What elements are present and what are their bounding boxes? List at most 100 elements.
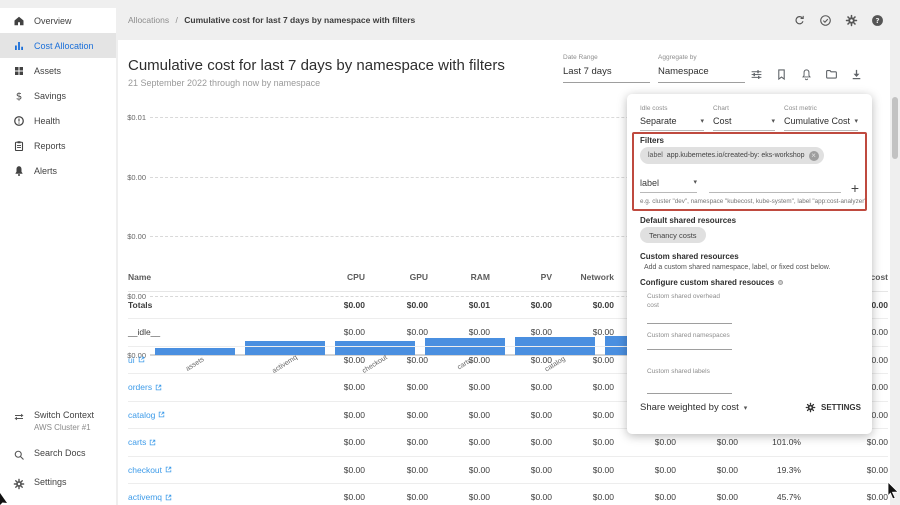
breadcrumb-allocations[interactable]: Allocations — [128, 15, 169, 25]
dollar-icon: $ — [13, 90, 25, 102]
filter-type-dropdown[interactable]: label ▾ — [640, 178, 697, 193]
sidebar-item-cost-allocation[interactable]: Cost Allocation — [0, 33, 116, 58]
sidebar-item-overview[interactable]: Overview — [0, 8, 116, 33]
top-bar: Allocations / Cumulative cost for last 7… — [116, 0, 900, 40]
breadcrumb-separator: / — [175, 15, 177, 25]
cell-value: $0.00 — [490, 374, 552, 402]
add-filter-row: label ▾ + — [640, 178, 859, 193]
column-header-pv[interactable]: PV — [490, 263, 552, 291]
scrollbar-thumb[interactable] — [892, 97, 898, 159]
download-icon[interactable] — [850, 68, 863, 81]
cell-value: $0.00 — [365, 429, 428, 457]
idle-costs-dropdown[interactable]: Idle costsSeparate▾ — [640, 105, 704, 131]
settings-button[interactable]: SETTINGS — [805, 402, 861, 413]
cell-value: $0.00 — [552, 429, 614, 457]
cell-value: $0.00 — [428, 456, 490, 484]
cell-value: $0.00 — [308, 291, 365, 319]
tune-icon[interactable] — [750, 68, 763, 81]
date-range-underline — [563, 82, 650, 83]
select-label: Chart — [713, 105, 775, 112]
filter-value-input[interactable] — [709, 192, 841, 193]
namespace-link-catalog[interactable]: catalog — [128, 410, 165, 420]
sidebar-item-alerts[interactable]: Alerts — [0, 158, 116, 183]
check-circle-icon[interactable] — [819, 14, 832, 27]
sidebar-item-savings[interactable]: $Savings — [0, 83, 116, 108]
column-header-gpu[interactable]: GPU — [365, 263, 428, 291]
clipboard-icon — [13, 140, 25, 152]
cell-value: $0.00 — [365, 484, 428, 505]
cell-value: $0.00 — [676, 456, 738, 484]
namespace-link-orders[interactable]: orders — [128, 382, 162, 392]
namespace-link-activemq[interactable]: activemq — [128, 492, 172, 502]
sidebar-footer: Switch ContextAWS Cluster #1 Search Docs S… — [0, 402, 116, 498]
column-header-name[interactable]: Name — [128, 263, 308, 291]
tenancy-costs-label: Tenancy costs — [649, 231, 697, 240]
alert-circle-icon — [13, 115, 25, 127]
cell-value: $0.00 — [365, 346, 428, 374]
chart-dropdown[interactable]: ChartCost▾ — [713, 105, 775, 131]
tenancy-costs-chip[interactable]: Tenancy costs — [640, 227, 706, 243]
sidebar: OverviewCost AllocationAssets$Savings Hea… — [0, 8, 116, 505]
folder-icon[interactable] — [825, 68, 838, 81]
custom-shared-overhead-cost-input[interactable]: Custom shared overhead cost — [647, 293, 732, 324]
column-header-cpu[interactable]: CPU — [308, 263, 365, 291]
column-header-network[interactable]: Network — [552, 263, 614, 291]
custom-shared-title: Custom shared resources — [640, 252, 739, 261]
cell-value: $0.00 — [490, 291, 552, 319]
help-icon[interactable]: ? — [871, 14, 884, 27]
custom-shared-description: Add a custom shared namespace, label, or… — [644, 264, 830, 271]
remove-filter-icon[interactable]: × — [809, 151, 819, 161]
custom-shared-labels-input[interactable]: Custom shared labels — [647, 368, 732, 394]
cell-value: $0.00 — [428, 319, 490, 347]
table-row-checkout: checkout$0.00$0.00$0.00$0.00$0.00$0.00$0… — [128, 456, 888, 484]
aggregate-by-underline — [658, 82, 745, 83]
cell-value: $0.00 — [308, 456, 365, 484]
add-filter-button[interactable]: + — [851, 183, 859, 193]
chevron-down-icon: ▾ — [744, 404, 748, 412]
sidebar-item-health[interactable]: Health — [0, 108, 116, 133]
cell-value: $0.00 — [552, 319, 614, 347]
switch-icon — [13, 411, 25, 423]
select-value: Separate — [640, 116, 677, 126]
cell-value: $0.00 — [490, 346, 552, 374]
bar-chart-icon — [13, 40, 25, 52]
namespace-link-ui[interactable]: ui — [128, 355, 145, 365]
gear-icon[interactable] — [845, 14, 858, 27]
cell-value: $0.00 — [365, 456, 428, 484]
sidebar-item-assets[interactable]: Assets — [0, 58, 116, 83]
cell-value: $0.00 — [365, 319, 428, 347]
aggregate-by-select[interactable]: Aggregate by Namespace — [658, 54, 745, 83]
cell-value: 45.7% — [738, 484, 801, 505]
row-name: __idle__ — [128, 319, 308, 347]
cell-value: $0.00 — [428, 429, 490, 457]
mouse-cursor — [887, 481, 900, 499]
date-range-select[interactable]: Date Range Last 7 days — [563, 54, 650, 83]
sidebar-footer-settings[interactable]: Settings — [0, 469, 116, 498]
footer-item-label: Search Docs — [34, 448, 86, 458]
cell-value: $0.00 — [490, 484, 552, 505]
refresh-icon[interactable] — [793, 14, 806, 27]
sidebar-footer-search-docs[interactable]: Search Docs — [0, 440, 116, 469]
sidebar-item-label: Alerts — [34, 166, 57, 176]
input-label: Custom shared overhead cost — [647, 293, 732, 311]
page-subtitle: 21 September 2022 through now by namespa… — [128, 78, 320, 88]
grid-icon — [13, 65, 25, 77]
bell-icon[interactable] — [800, 68, 813, 81]
breadcrumb-current: Cumulative cost for last 7 days by names… — [184, 15, 415, 25]
namespace-link-checkout[interactable]: checkout — [128, 465, 172, 475]
namespace-link-carts[interactable]: carts — [128, 437, 156, 447]
custom-shared-namespaces-input[interactable]: Custom shared namespaces — [647, 332, 732, 350]
cost-metric-dropdown[interactable]: Cost metricCumulative Cost▾ — [784, 105, 858, 131]
sidebar-footer-switch-context[interactable]: Switch ContextAWS Cluster #1 — [0, 402, 116, 440]
cell-value: $0.00 — [801, 484, 888, 505]
configure-custom-shared-title: Configure custom shared resouces — [640, 278, 783, 287]
sidebar-item-label: Health — [34, 116, 60, 126]
cell-value: $0.00 — [552, 484, 614, 505]
cell-value: $0.00 — [308, 374, 365, 402]
sidebar-item-reports[interactable]: Reports — [0, 133, 116, 158]
cell-value: $0.00 — [552, 291, 614, 319]
share-weighted-dropdown[interactable]: Share weighted by cost ▾ — [640, 402, 747, 413]
column-header-ram[interactable]: RAM — [428, 263, 490, 291]
cell-value: $0.00 — [308, 429, 365, 457]
bookmark-icon[interactable] — [775, 68, 788, 81]
